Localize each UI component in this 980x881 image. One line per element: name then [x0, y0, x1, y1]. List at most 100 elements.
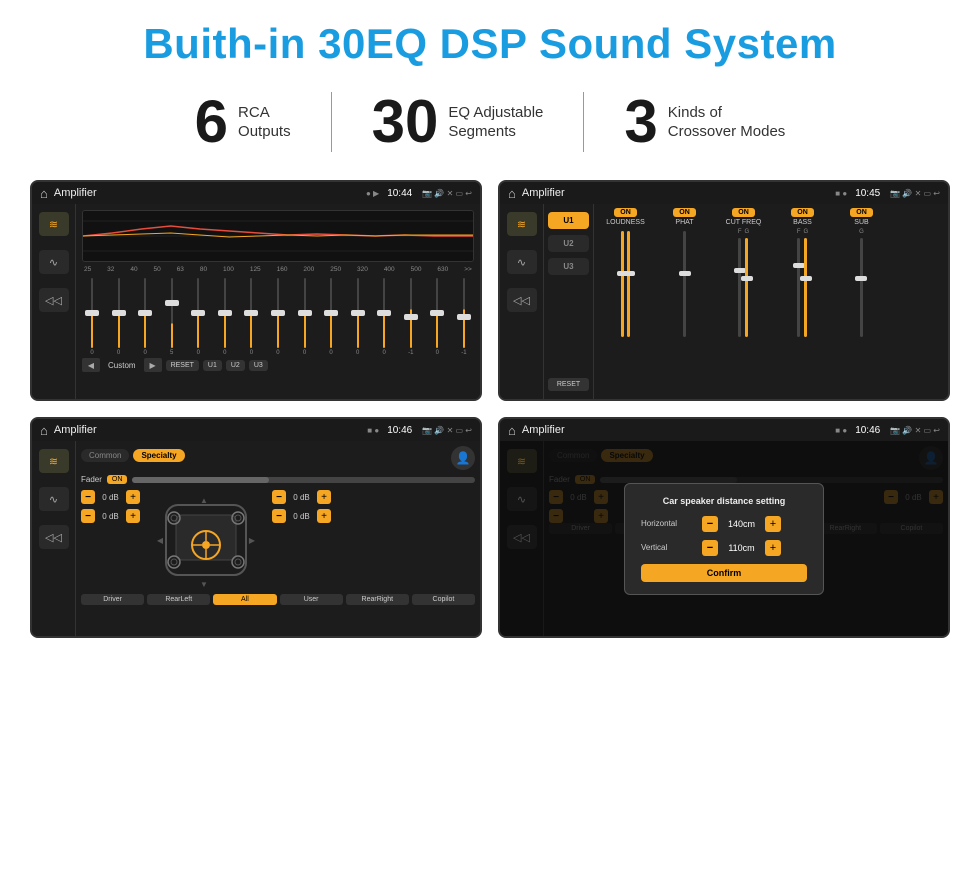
sp-rr-plus[interactable]: +	[317, 509, 331, 523]
sp-body: − 0 dB + − 0 dB +	[81, 490, 475, 590]
co-bass-on[interactable]: ON	[791, 208, 814, 217]
co-bass-v1: F	[797, 229, 801, 339]
screen1-content: ≋ ∿ ◁◁	[32, 204, 480, 399]
sp-fr-plus[interactable]: +	[317, 490, 331, 504]
co-wave-btn[interactable]: ∿	[507, 250, 537, 274]
dialog-horizontal-value: 140cm	[724, 519, 759, 529]
co-sub-v1: G	[859, 229, 864, 339]
freq-label-3: 50	[154, 266, 161, 273]
eq-preset-label: Custom	[104, 361, 140, 370]
co-u1-btn[interactable]: U1	[548, 212, 589, 229]
dialog-title: Car speaker distance setting	[641, 496, 807, 506]
screen-crossover: ⌂ Amplifier ■ ● 10:45 📷 🔊 ✕ ▭ ↩ ≋ ∿ ◁◁ U…	[498, 180, 950, 401]
co-bass-v2: G	[804, 229, 809, 339]
co-cutfreq-on[interactable]: ON	[732, 208, 755, 217]
eq-slider-4: 0	[190, 278, 206, 356]
sp-tabs: Common Specialty	[81, 449, 185, 462]
sp-driver-btn[interactable]: Driver	[81, 594, 144, 605]
co-cutfreq-v1: F	[738, 229, 742, 339]
freq-label-2: 40	[130, 266, 137, 273]
sp-tab-specialty[interactable]: Specialty	[133, 449, 184, 462]
co-phat-on[interactable]: ON	[673, 208, 696, 217]
sp-fader-bar[interactable]	[132, 477, 475, 483]
co-cutfreq-name: CUT FREQ	[726, 219, 762, 226]
co-phat-name: PHAT	[675, 219, 693, 226]
sp-fl-plus[interactable]: +	[126, 490, 140, 504]
home-icon-4: ⌂	[508, 423, 516, 438]
speaker-mode-btn[interactable]: ◁◁	[39, 288, 69, 312]
sp-rearright-btn[interactable]: RearRight	[346, 594, 409, 605]
dialog-horizontal-plus[interactable]: +	[765, 516, 781, 532]
sp-right-controls: − 0 dB + − 0 dB +	[272, 490, 331, 590]
dialog-horizontal-minus[interactable]: −	[702, 516, 718, 532]
dialog-confirm-button[interactable]: Confirm	[641, 564, 807, 582]
eq-prev-btn[interactable]: ◀	[82, 358, 100, 372]
svg-text:▲: ▲	[200, 496, 208, 505]
co-channels-main: ON LOUDNESS	[594, 204, 948, 399]
svg-text:◀: ◀	[157, 536, 164, 545]
stat-crossover-text1: Kinds of	[668, 103, 786, 123]
co-phat-slider	[683, 229, 686, 339]
distance-dialog: Car speaker distance setting Horizontal …	[624, 483, 824, 595]
svg-text:▼: ▼	[200, 580, 208, 589]
sp-copilot-btn[interactable]: Copilot	[412, 594, 475, 605]
co-loudness-v2	[627, 229, 630, 339]
co-bass-sliders: F G	[797, 229, 808, 339]
freq-label-6: 100	[223, 266, 234, 273]
sp-rr-minus[interactable]: −	[272, 509, 286, 523]
sp-fr-minus[interactable]: −	[272, 490, 286, 504]
stat-crossover-number: 3	[624, 92, 657, 152]
screen3-content: ≋ ∿ ◁◁ Common Specialty 👤 Fa	[32, 441, 480, 636]
home-icon-1: ⌂	[40, 186, 48, 201]
wave-mode-btn[interactable]: ∿	[39, 250, 69, 274]
screen4-time: 10:46	[855, 425, 880, 436]
co-u2-btn[interactable]: U2	[548, 235, 589, 252]
sp-wave-btn[interactable]: ∿	[39, 487, 69, 511]
co-phat-v1	[683, 229, 686, 339]
sp-db-front-left: − 0 dB +	[81, 490, 140, 504]
eq-slider-11: 0	[376, 278, 392, 356]
eq-u3-btn[interactable]: U3	[249, 360, 268, 371]
eq-u2-btn[interactable]: U2	[226, 360, 245, 371]
co-eq-btn[interactable]: ≋	[507, 212, 537, 236]
screen-distance: ⌂ Amplifier ■ ● 10:46 📷 🔊 ✕ ▭ ↩ ≋ ∿ ◁◁ C…	[498, 417, 950, 638]
co-u3-btn[interactable]: U3	[548, 258, 589, 275]
sp-tab-common[interactable]: Common	[81, 449, 129, 462]
co-speaker-btn[interactable]: ◁◁	[507, 288, 537, 312]
dialog-vertical-minus[interactable]: −	[702, 540, 718, 556]
sp-speaker-btn[interactable]: ◁◁	[39, 525, 69, 549]
sp-rl-minus[interactable]: −	[81, 509, 95, 523]
co-bass-name: BASS	[793, 219, 812, 226]
co-reset-btn[interactable]: RESET	[548, 378, 589, 391]
co-presets-panel: U1 U2 U3 RESET	[544, 204, 594, 399]
sp-profile-btn[interactable]: 👤	[451, 446, 475, 470]
eq-u1-btn[interactable]: U1	[203, 360, 222, 371]
freq-label-11: 320	[357, 266, 368, 273]
sp-eq-btn[interactable]: ≋	[39, 449, 69, 473]
eq-slider-7: 0	[270, 278, 286, 356]
sp-rearleft-btn[interactable]: RearLeft	[147, 594, 210, 605]
sp-rl-plus[interactable]: +	[126, 509, 140, 523]
freq-label-1: 32	[107, 266, 114, 273]
stat-eq-number: 30	[372, 92, 439, 152]
eq-slider-13: 0	[429, 278, 445, 356]
sp-all-btn[interactable]: All	[213, 594, 276, 605]
co-loudness-name: LOUDNESS	[606, 219, 645, 226]
sp-fader-on[interactable]: ON	[107, 475, 128, 484]
sp-fl-minus[interactable]: −	[81, 490, 95, 504]
dialog-horizontal-label: Horizontal	[641, 519, 696, 528]
eq-mode-btn[interactable]: ≋	[39, 212, 69, 236]
sp-db-rear-right: − 0 dB +	[272, 509, 331, 523]
eq-reset-btn[interactable]: RESET	[166, 360, 199, 371]
home-icon-2: ⌂	[508, 186, 516, 201]
dialog-vertical-plus[interactable]: +	[765, 540, 781, 556]
eq-play-btn[interactable]: ▶	[144, 358, 162, 372]
co-loudness-on[interactable]: ON	[614, 208, 637, 217]
co-sub-on[interactable]: ON	[850, 208, 873, 217]
screen3-title: Amplifier	[54, 424, 361, 436]
eq-slider-8: 0	[297, 278, 313, 356]
sp-fader-label: Fader	[81, 475, 102, 484]
sp-user-btn[interactable]: User	[280, 594, 343, 605]
co-channel-cutfreq: ON CUT FREQ F G	[716, 208, 771, 395]
sp-fader-row: Fader ON	[81, 475, 475, 484]
